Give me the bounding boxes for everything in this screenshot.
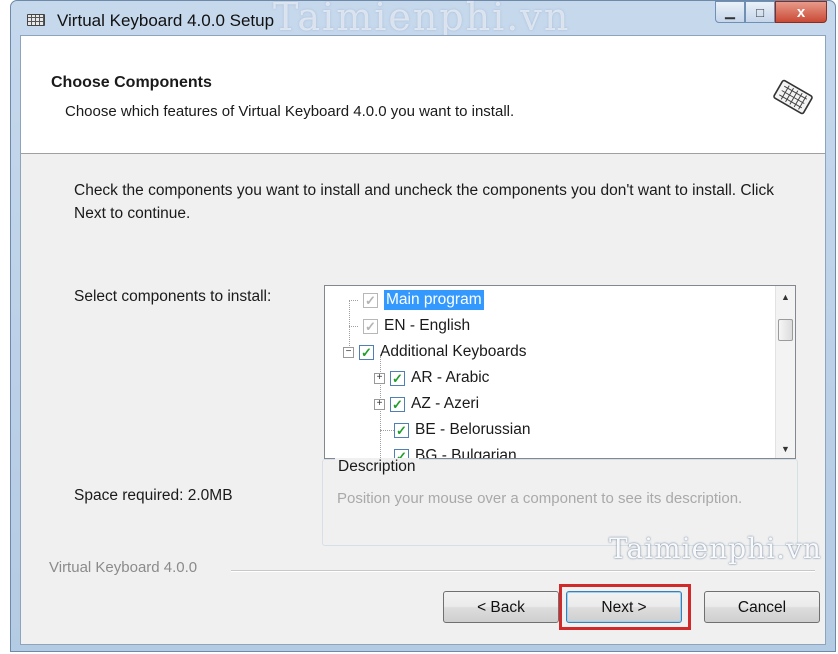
tree-item-ar-arabic[interactable]: + ✓ AR - Arabic [374, 366, 489, 390]
select-components-label: Select components to install: [74, 288, 272, 305]
tree-scrollbar[interactable]: ▲ ▼ [775, 286, 795, 458]
expand-toggle[interactable]: + [374, 398, 385, 410]
window-title: Virtual Keyboard 4.0.0 Setup [57, 11, 275, 30]
close-button[interactable]: x [775, 1, 827, 23]
tree-item-label: Main program [384, 290, 484, 310]
checkbox[interactable]: ✓ [390, 370, 405, 386]
scroll-thumb[interactable] [778, 319, 793, 341]
page-subtitle: Choose which features of Virtual Keyboar… [65, 103, 515, 120]
cancel-button[interactable]: Cancel [704, 591, 820, 623]
tree-item-label: Additional Keyboards [380, 343, 527, 360]
branding-divider [231, 570, 815, 572]
tree-item-label: AZ - Azeri [411, 395, 480, 412]
tree-connector [349, 300, 358, 301]
keyboard-icon [27, 14, 45, 26]
title-bar[interactable]: Virtual Keyboard 4.0.0 Setup Taimienphi.… [11, 0, 835, 39]
tree-item-en-english[interactable]: ✓ EN - English [363, 314, 470, 338]
scroll-up-arrow-icon[interactable]: ▲ [776, 288, 795, 306]
tree-item-label: AR - Arabic [411, 369, 490, 386]
expand-toggle[interactable]: + [374, 372, 385, 384]
dialog-client: Choose Components Choose which features … [20, 35, 826, 645]
page-title: Choose Components [51, 74, 212, 91]
highlight-frame [559, 584, 691, 630]
description-text: Position your mouse over a component to … [337, 490, 743, 507]
branding-text: Virtual Keyboard 4.0.0 [49, 559, 198, 576]
tree-connector [349, 326, 358, 327]
watermark: Taimienphi.vn [273, 0, 571, 39]
instructions-text: Check the components you want to install… [74, 182, 774, 222]
components-tree[interactable]: ✓ Main program ✓ EN - English − ✓ Additi… [324, 285, 796, 459]
checkbox[interactable]: ✓ [363, 292, 378, 308]
space-required-text: Space required: 2.0MB [74, 487, 233, 504]
tree-item-label: EN - English [384, 317, 471, 334]
scroll-down-arrow-icon[interactable]: ▼ [776, 440, 795, 458]
checkbox[interactable]: ✓ [363, 318, 378, 334]
keyboard-icon [773, 79, 813, 115]
tree-item-label: BG - Bulgarian [415, 447, 517, 459]
minimize-button[interactable]: ▁ [715, 1, 745, 23]
collapse-toggle[interactable]: − [343, 346, 354, 358]
checkbox[interactable]: ✓ [390, 396, 405, 412]
dialog-header: Choose Components Choose which features … [21, 36, 825, 154]
tree-item-main-program[interactable]: ✓ Main program [363, 288, 484, 312]
tree-item-label: BE - Belorussian [415, 421, 531, 438]
caption-buttons: ▁ □ x [715, 1, 827, 23]
setup-window: Virtual Keyboard 4.0.0 Setup Taimienphi.… [10, 0, 836, 652]
tree-item-be-belorussian[interactable]: ✓ BE - Belorussian [394, 418, 530, 442]
tree-item-bg-bulgarian[interactable]: ✓ BG - Bulgarian [394, 444, 517, 459]
checkbox[interactable]: ✓ [359, 344, 374, 360]
tree-item-additional-keyboards[interactable]: − ✓ Additional Keyboards [343, 340, 527, 364]
checkbox[interactable]: ✓ [394, 422, 409, 438]
watermark: Taimienphi.vn [609, 532, 822, 565]
maximize-button[interactable]: □ [745, 1, 775, 23]
tree-item-az-azeri[interactable]: + ✓ AZ - Azeri [374, 392, 479, 416]
description-title: Description [335, 458, 419, 476]
back-button[interactable]: < Back [443, 591, 559, 623]
tree-connector [380, 430, 394, 431]
